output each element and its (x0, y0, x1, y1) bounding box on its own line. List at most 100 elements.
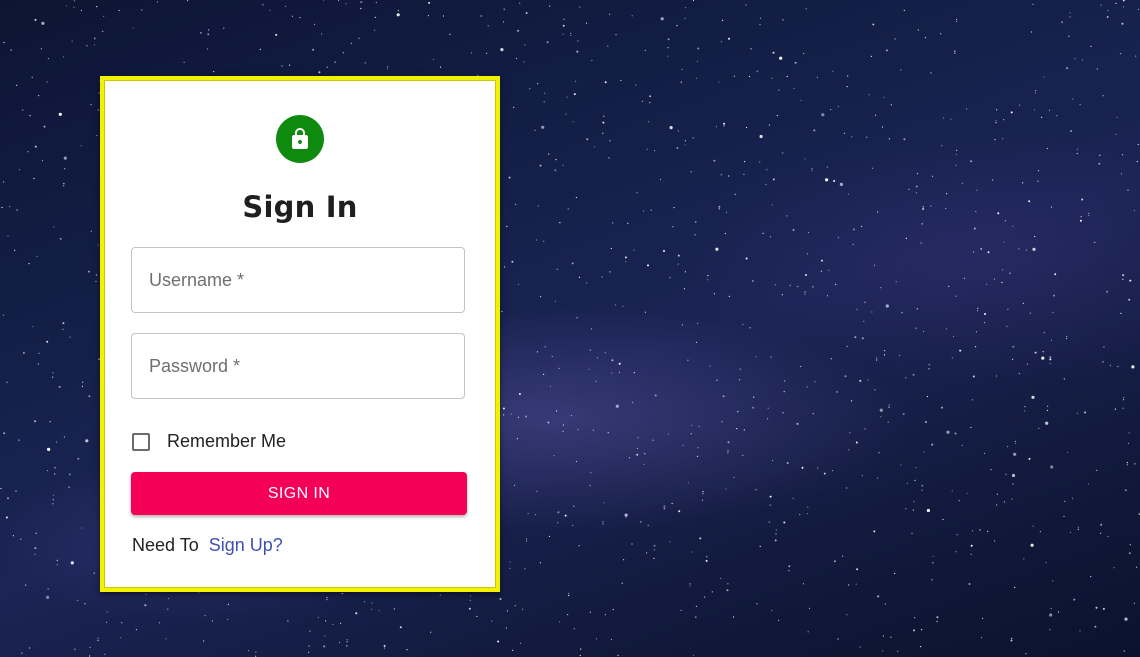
username-field[interactable] (131, 247, 465, 313)
star (1103, 346, 1105, 348)
star (877, 595, 880, 598)
username-input[interactable] (132, 248, 464, 312)
star (1028, 200, 1031, 203)
star (1012, 358, 1014, 360)
star (586, 138, 589, 141)
star (540, 296, 542, 298)
star (986, 283, 988, 285)
star (867, 379, 869, 381)
star (828, 269, 830, 271)
star (727, 441, 730, 444)
star (653, 549, 655, 551)
star (625, 261, 627, 263)
star (755, 489, 757, 491)
remember-me-checkbox[interactable] (132, 432, 150, 451)
star (63, 156, 67, 160)
star (1116, 116, 1118, 118)
password-field[interactable] (131, 333, 465, 399)
star (684, 144, 686, 146)
star (1135, 55, 1137, 57)
password-input[interactable] (132, 334, 464, 398)
star (1100, 532, 1102, 534)
star (996, 109, 998, 111)
star (562, 424, 565, 426)
star (81, 527, 83, 529)
sign-in-button[interactable]: SIGN IN (131, 472, 467, 515)
star (968, 583, 971, 585)
star (517, 416, 520, 418)
star (46, 595, 50, 600)
star (856, 308, 858, 310)
star (578, 545, 580, 547)
star (1136, 160, 1138, 163)
star (62, 328, 64, 330)
star (326, 599, 328, 601)
star (350, 42, 352, 45)
star (1030, 543, 1034, 547)
star (324, 635, 326, 637)
star (430, 631, 432, 633)
star (667, 55, 669, 57)
star (916, 173, 919, 175)
star (924, 37, 927, 39)
star (227, 618, 229, 620)
star (753, 396, 755, 398)
star (870, 55, 873, 58)
star (1041, 356, 1045, 360)
star (802, 583, 805, 585)
star (915, 185, 918, 188)
star (621, 582, 623, 584)
star (921, 489, 923, 491)
star (1050, 608, 1052, 610)
star (895, 281, 897, 283)
star (608, 157, 610, 159)
star (1028, 457, 1031, 460)
star (800, 99, 802, 101)
star (534, 129, 536, 131)
star (559, 222, 561, 224)
star (207, 33, 210, 36)
star (745, 257, 748, 260)
star (406, 649, 408, 651)
star (767, 418, 769, 420)
star (1011, 637, 1013, 640)
star (816, 76, 819, 78)
sign-up-link[interactable]: Sign Up? (209, 535, 283, 556)
remember-me-row[interactable]: Remember Me (132, 431, 286, 452)
star (82, 381, 84, 383)
star (821, 113, 825, 117)
star (1003, 119, 1005, 121)
star (915, 327, 917, 329)
star (690, 171, 692, 173)
star (1022, 182, 1024, 184)
star (88, 270, 90, 273)
star (793, 87, 795, 89)
star (18, 439, 20, 441)
star (308, 645, 310, 647)
star (732, 616, 735, 618)
star (1024, 406, 1026, 408)
star (571, 262, 574, 265)
star (705, 559, 708, 562)
star (1063, 378, 1065, 380)
star (167, 597, 169, 600)
star (556, 410, 558, 412)
star (677, 263, 679, 265)
star (20, 538, 22, 540)
star (1124, 489, 1127, 492)
star (953, 50, 956, 53)
star (27, 151, 29, 153)
star (876, 477, 879, 479)
star (363, 601, 366, 603)
star (720, 174, 722, 176)
star (1053, 294, 1055, 297)
star (703, 596, 706, 598)
star (852, 243, 854, 245)
star (672, 226, 674, 228)
star (558, 367, 560, 369)
star (776, 115, 779, 117)
remember-me-label[interactable]: Remember Me (167, 431, 286, 452)
star (1126, 462, 1128, 464)
star (428, 1, 431, 4)
star (786, 215, 788, 217)
